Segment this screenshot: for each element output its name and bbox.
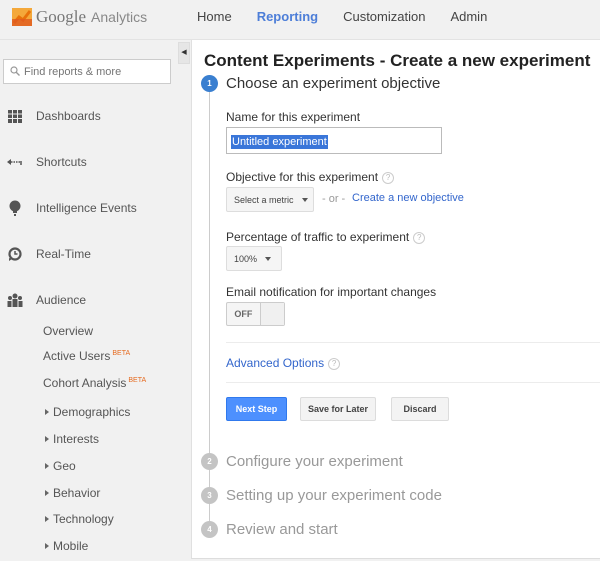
people-icon [7, 292, 23, 308]
sidebar-sub-active-users[interactable]: Active Users BETA [43, 349, 130, 363]
main-content: Content Experiments - Create a new exper… [191, 40, 600, 559]
sub-item-label: Mobile [53, 539, 89, 553]
save-for-later-button[interactable]: Save for Later [300, 397, 376, 421]
logo-google-text: Google [36, 7, 87, 26]
dropdown-arrow-icon [301, 197, 308, 202]
experiment-name-input[interactable]: Untitled experiment [226, 127, 442, 154]
logo-analytics-text: Analytics [91, 9, 148, 25]
traffic-select[interactable]: 100% [226, 246, 282, 271]
top-nav: Home Reporting Customization Admin [197, 0, 512, 46]
lightbulb-icon [7, 200, 23, 216]
expand-caret-icon [45, 408, 49, 415]
create-objective-link[interactable]: Create a new objective [352, 192, 464, 204]
expand-caret-icon [45, 489, 49, 496]
step-4-title: Review and start [226, 521, 338, 538]
search-icon [10, 63, 20, 81]
email-label: Email notification for important changes [226, 285, 437, 299]
nav-admin[interactable]: Admin [450, 0, 487, 40]
search-box[interactable] [3, 59, 171, 84]
sidebar-item-audience[interactable]: Audience [0, 288, 190, 312]
top-bar: Google Analytics Home Reporting Customiz… [0, 0, 600, 46]
objective-select[interactable]: Select a metric [226, 187, 314, 212]
objective-label: Objective for this experiment? [226, 170, 395, 184]
sub-item-label: Interests [53, 432, 100, 446]
expand-caret-icon [45, 515, 49, 522]
sidebar-item-intelligence-events[interactable]: Intelligence Events [0, 196, 190, 220]
shortcut-arrow-icon [7, 154, 23, 170]
sub-item-label: Behavior [53, 486, 101, 500]
traffic-label-text: Percentage of traffic to experiment [226, 230, 410, 244]
sub-item-label: Overview [43, 324, 94, 338]
sidebar-item-label: Dashboards [36, 109, 101, 123]
expand-caret-icon [45, 462, 49, 469]
help-icon[interactable]: ? [382, 171, 395, 184]
divider [226, 382, 600, 383]
divider [226, 342, 600, 343]
discard-button[interactable]: Discard [391, 397, 449, 421]
sidebar-item-label: Audience [36, 293, 87, 307]
step-3-title: Setting up your experiment code [226, 487, 442, 504]
page-title: Content Experiments - Create a new exper… [204, 51, 591, 70]
step-2-badge: 2 [201, 453, 218, 470]
objective-label-text: Objective for this experiment [226, 170, 379, 184]
help-icon[interactable]: ? [413, 231, 426, 244]
search-input[interactable] [24, 65, 164, 78]
toggle-knob [259, 303, 284, 325]
sidebar-item-real-time[interactable]: Real-Time [0, 242, 190, 266]
clock-icon [7, 246, 23, 262]
beta-badge: BETA [128, 377, 147, 384]
objective-select-value: Select a metric [234, 194, 294, 205]
step-3-badge: 3 [201, 487, 218, 504]
sidebar-sub-technology[interactable]: Technology [45, 512, 114, 526]
email-notification-toggle[interactable]: OFF [226, 302, 285, 326]
expand-caret-icon [45, 542, 49, 549]
sidebar-sub-mobile[interactable]: Mobile [45, 539, 88, 553]
sidebar-sub-interests[interactable]: Interests [45, 432, 99, 446]
google-analytics-logo[interactable]: Google Analytics [12, 7, 147, 27]
sidebar-sub-overview[interactable]: Overview [43, 324, 93, 338]
dropdown-arrow-icon [265, 256, 272, 261]
grid-icon [7, 108, 23, 124]
toggle-state-text: OFF [234, 309, 253, 319]
sidebar-item-label: Shortcuts [36, 155, 87, 169]
collapse-sidebar-button[interactable]: ◀ [178, 42, 190, 64]
step-1-title: Choose an experiment objective [226, 75, 441, 92]
beta-badge: BETA [112, 350, 131, 357]
traffic-select-value: 100% [234, 253, 258, 264]
traffic-label: Percentage of traffic to experiment? [226, 230, 426, 244]
analytics-logo-icon [12, 8, 32, 26]
name-label: Name for this experiment [226, 110, 361, 124]
expand-caret-icon [45, 435, 49, 442]
nav-reporting[interactable]: Reporting [256, 0, 319, 46]
sidebar-sub-geo[interactable]: Geo [45, 459, 76, 473]
or-separator: - or - [322, 193, 346, 205]
sub-item-label: Cohort Analysis [43, 376, 127, 390]
help-icon[interactable]: ? [328, 357, 341, 370]
sidebar-item-label: Real-Time [36, 247, 91, 261]
sidebar-item-label: Intelligence Events [36, 201, 137, 215]
sub-item-label: Technology [53, 512, 114, 526]
nav-home[interactable]: Home [197, 0, 232, 40]
sidebar-sub-cohort-analysis[interactable]: Cohort Analysis BETA [43, 376, 146, 390]
name-value-selected: Untitled experiment [231, 135, 328, 149]
sub-item-label: Geo [53, 459, 76, 473]
nav-customization[interactable]: Customization [343, 0, 425, 40]
advanced-options-text: Advanced Options [226, 356, 325, 370]
step-1-badge: 1 [201, 75, 218, 92]
sidebar-item-dashboards[interactable]: Dashboards [0, 104, 190, 128]
sub-item-label: Demographics [53, 405, 131, 419]
next-step-button[interactable]: Next Step [226, 397, 287, 421]
sidebar-sub-demographics[interactable]: Demographics [45, 405, 130, 419]
sidebar-sub-behavior[interactable]: Behavior [45, 486, 100, 500]
advanced-options-link[interactable]: Advanced Options? [226, 356, 341, 370]
sub-item-label: Active Users [43, 349, 111, 363]
sidebar-item-shortcuts[interactable]: Shortcuts [0, 150, 190, 174]
step-2-title: Configure your experiment [226, 453, 403, 470]
step-4-badge: 4 [201, 521, 218, 538]
